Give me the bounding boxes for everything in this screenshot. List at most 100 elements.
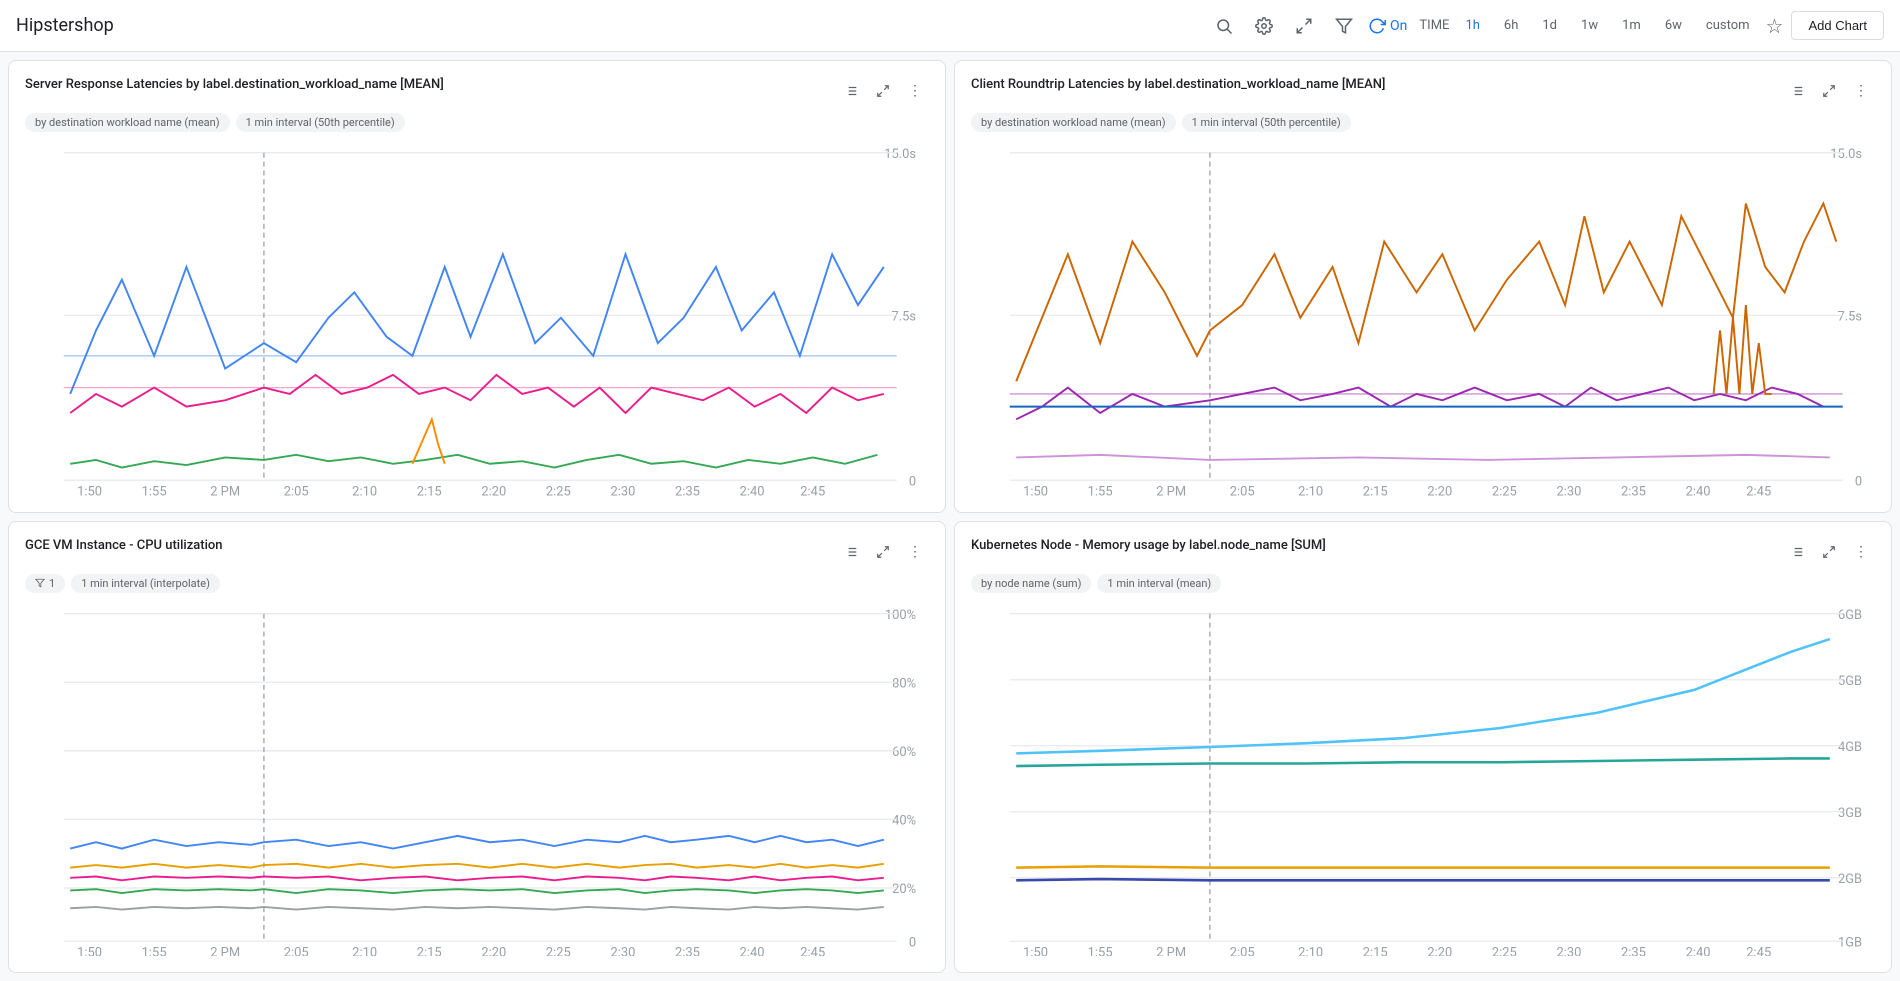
favorite-button[interactable]: ☆ bbox=[1766, 14, 1784, 38]
svg-text:2:15: 2:15 bbox=[1363, 485, 1388, 496]
filter-button[interactable] bbox=[1328, 10, 1360, 42]
svg-text:2:20: 2:20 bbox=[481, 485, 506, 496]
svg-text:1:55: 1:55 bbox=[142, 485, 167, 496]
svg-text:15.0s: 15.0s bbox=[1830, 147, 1862, 162]
time-1d[interactable]: 1d bbox=[1534, 14, 1565, 37]
svg-text:2:45: 2:45 bbox=[1746, 945, 1771, 956]
svg-text:2:25: 2:25 bbox=[1492, 945, 1517, 956]
svg-text:2:30: 2:30 bbox=[610, 485, 635, 496]
time-6w[interactable]: 6w bbox=[1657, 14, 1690, 37]
time-6h[interactable]: 6h bbox=[1496, 14, 1526, 37]
svg-text:2 PM: 2 PM bbox=[1156, 945, 1186, 956]
chart1-area: 15.0s 7.5s 0 1:50 1:55 2 PM 2:05 2:10 2:… bbox=[25, 140, 929, 496]
chart1-more-btn[interactable]: ⋮ bbox=[901, 77, 929, 105]
svg-text:2:15: 2:15 bbox=[417, 945, 442, 956]
time-label: TIME bbox=[1419, 18, 1449, 33]
svg-text:2:40: 2:40 bbox=[740, 945, 765, 956]
chart2-title: Client Roundtrip Latencies by label.dest… bbox=[971, 77, 1783, 92]
svg-text:2:40: 2:40 bbox=[1686, 945, 1711, 956]
chart2-icons: ⋮ bbox=[1783, 77, 1875, 105]
chart4-title: Kubernetes Node - Memory usage by label.… bbox=[971, 538, 1783, 553]
chart3-tags: 1 1 min interval (interpolate) bbox=[25, 574, 929, 593]
chart3-expand-btn[interactable] bbox=[869, 538, 897, 566]
chart3-icons: ⋮ bbox=[837, 538, 929, 566]
chart4-tag2: 1 min interval (mean) bbox=[1097, 574, 1221, 593]
svg-text:2:40: 2:40 bbox=[740, 485, 765, 496]
chart2-more-btn[interactable]: ⋮ bbox=[1847, 77, 1875, 105]
toolbar-icons: On TIME 1h 6h 1d 1w 1m 6w custom ☆ Add C… bbox=[1208, 10, 1884, 42]
chart4-header: Kubernetes Node - Memory usage by label.… bbox=[971, 538, 1875, 566]
svg-text:0: 0 bbox=[909, 935, 916, 950]
svg-text:2:45: 2:45 bbox=[800, 485, 825, 496]
svg-text:2:25: 2:25 bbox=[546, 945, 571, 956]
svg-text:2:35: 2:35 bbox=[1621, 485, 1646, 496]
chart2-tag1: by destination workload name (mean) bbox=[971, 113, 1176, 132]
chart1-legend-btn[interactable] bbox=[837, 77, 865, 105]
chart2-expand-btn[interactable] bbox=[1815, 77, 1843, 105]
svg-text:2:05: 2:05 bbox=[1230, 945, 1255, 956]
svg-text:1:50: 1:50 bbox=[77, 945, 102, 956]
svg-text:2:40: 2:40 bbox=[1686, 485, 1711, 496]
fullscreen-button[interactable] bbox=[1288, 10, 1320, 42]
svg-text:15.0s: 15.0s bbox=[884, 147, 916, 162]
chart-server-latency: Server Response Latencies by label.desti… bbox=[8, 60, 946, 513]
chart4-area: 6GB 5GB 4GB 3GB 2GB 1GB 1:50 1:55 2 PM 2… bbox=[971, 601, 1875, 957]
search-button[interactable] bbox=[1208, 10, 1240, 42]
svg-text:2GB: 2GB bbox=[1838, 871, 1862, 886]
time-custom[interactable]: custom bbox=[1698, 14, 1758, 37]
svg-text:2:35: 2:35 bbox=[675, 945, 700, 956]
svg-text:2:05: 2:05 bbox=[284, 945, 309, 956]
chart1-tag2: 1 min interval (50th percentile) bbox=[236, 113, 405, 132]
time-1h[interactable]: 1h bbox=[1457, 14, 1487, 37]
chart2-area: 15.0s 7.5s 0 1:50 1:55 2 PM 2:05 2:10 2:… bbox=[971, 140, 1875, 496]
svg-text:2:10: 2:10 bbox=[1298, 945, 1323, 956]
chart3-title: GCE VM Instance - CPU utilization bbox=[25, 538, 837, 553]
chart2-legend-btn[interactable] bbox=[1783, 77, 1811, 105]
chart1-tags: by destination workload name (mean) 1 mi… bbox=[25, 113, 929, 132]
refresh-on-toggle[interactable]: On bbox=[1368, 17, 1407, 35]
svg-text:1:50: 1:50 bbox=[1023, 485, 1048, 496]
top-bar: Hipstershop On TIME 1h 6h 1d 1w 1m 6w cu… bbox=[0, 0, 1900, 52]
chart1-header: Server Response Latencies by label.desti… bbox=[25, 77, 929, 105]
chart4-legend-btn[interactable] bbox=[1783, 538, 1811, 566]
svg-text:2:35: 2:35 bbox=[675, 485, 700, 496]
svg-text:2 PM: 2 PM bbox=[210, 485, 240, 496]
svg-text:1:55: 1:55 bbox=[142, 945, 167, 956]
chart1-icons: ⋮ bbox=[837, 77, 929, 105]
chart3-tag2: 1 min interval (interpolate) bbox=[71, 574, 220, 593]
svg-text:2:30: 2:30 bbox=[1556, 485, 1581, 496]
chart1-expand-btn[interactable] bbox=[869, 77, 897, 105]
svg-text:2:10: 2:10 bbox=[352, 945, 377, 956]
svg-text:2:15: 2:15 bbox=[1363, 945, 1388, 956]
svg-text:20%: 20% bbox=[892, 882, 916, 897]
settings-button[interactable] bbox=[1248, 10, 1280, 42]
svg-text:5GB: 5GB bbox=[1838, 673, 1862, 688]
refresh-on-label: On bbox=[1390, 18, 1407, 34]
svg-text:6GB: 6GB bbox=[1838, 607, 1862, 622]
svg-text:1GB: 1GB bbox=[1838, 935, 1862, 950]
svg-text:2:10: 2:10 bbox=[352, 485, 377, 496]
svg-text:80%: 80% bbox=[892, 676, 916, 691]
chart-memory: Kubernetes Node - Memory usage by label.… bbox=[954, 521, 1892, 974]
svg-text:0: 0 bbox=[909, 474, 916, 489]
chart3-more-btn[interactable]: ⋮ bbox=[901, 538, 929, 566]
svg-text:2:35: 2:35 bbox=[1621, 945, 1646, 956]
svg-text:1:50: 1:50 bbox=[1023, 945, 1048, 956]
svg-text:2:25: 2:25 bbox=[1492, 485, 1517, 496]
time-1m[interactable]: 1m bbox=[1614, 14, 1649, 37]
svg-text:4GB: 4GB bbox=[1838, 739, 1862, 754]
svg-text:2 PM: 2 PM bbox=[210, 945, 240, 956]
add-chart-button[interactable]: Add Chart bbox=[1791, 11, 1884, 40]
chart3-legend-btn[interactable] bbox=[837, 538, 865, 566]
svg-text:2:05: 2:05 bbox=[1230, 485, 1255, 496]
chart4-more-btn[interactable]: ⋮ bbox=[1847, 538, 1875, 566]
svg-text:2:45: 2:45 bbox=[800, 945, 825, 956]
svg-text:2:10: 2:10 bbox=[1298, 485, 1323, 496]
svg-text:2 PM: 2 PM bbox=[1156, 485, 1186, 496]
svg-text:2:30: 2:30 bbox=[610, 945, 635, 956]
chart4-icons: ⋮ bbox=[1783, 538, 1875, 566]
chart4-expand-btn[interactable] bbox=[1815, 538, 1843, 566]
svg-text:3GB: 3GB bbox=[1838, 805, 1862, 820]
chart4-tags: by node name (sum) 1 min interval (mean) bbox=[971, 574, 1875, 593]
time-1w[interactable]: 1w bbox=[1573, 14, 1606, 37]
